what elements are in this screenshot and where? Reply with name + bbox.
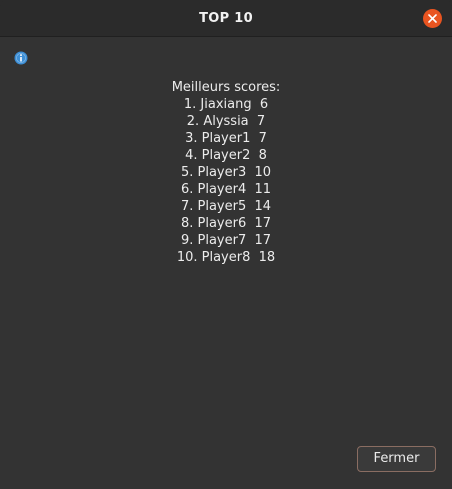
- close-icon: [428, 14, 437, 23]
- player-name: Player7: [197, 233, 247, 248]
- player-score: 11: [254, 182, 272, 197]
- score-row: 3. Player1 7: [0, 130, 452, 147]
- player-name: Player4: [197, 182, 247, 197]
- score-list: 1. Jiaxiang 6 2. Alyssia 7 3. Player1 7 4. …: [0, 96, 452, 266]
- score-row: 4. Player2 8: [0, 147, 452, 164]
- top10-dialog: TOP 10 Meilleurs scores: 1. Jiaxiang 6 2.…: [0, 0, 452, 489]
- player-score: 17: [254, 216, 272, 231]
- info-icon: [14, 51, 28, 65]
- score-rank: 9.: [180, 233, 194, 248]
- scores-heading: Meilleurs scores:: [171, 80, 281, 95]
- score-rank: 5.: [180, 165, 194, 180]
- player-score: 6: [259, 97, 269, 112]
- score-rank: 10.: [176, 250, 198, 265]
- title-bar: TOP 10: [0, 0, 452, 37]
- score-rank: 4.: [185, 148, 198, 163]
- window-title: TOP 10: [199, 11, 253, 26]
- player-score: 7: [258, 131, 267, 146]
- player-name: Player6: [197, 216, 247, 231]
- player-score: 14: [254, 199, 272, 214]
- score-row: 9. Player7 17: [0, 232, 452, 249]
- score-row: 6. Player4 11: [0, 181, 452, 198]
- player-name: Player5: [197, 199, 247, 214]
- score-row: 8. Player6 17: [0, 215, 452, 232]
- score-row: 2. Alyssia 7: [0, 113, 452, 130]
- player-score: 18: [258, 250, 276, 265]
- window-close-button[interactable]: [423, 9, 442, 28]
- player-score: 7: [256, 114, 266, 129]
- score-rank: 6.: [180, 182, 194, 197]
- player-name: Player3: [197, 165, 247, 180]
- score-rank: 1.: [183, 97, 197, 112]
- score-row: 7. Player5 14: [0, 198, 452, 215]
- scores-panel: Meilleurs scores: 1. Jiaxiang 6 2. Alyssi…: [0, 79, 452, 266]
- score-rank: 8.: [180, 216, 194, 231]
- player-score: 10: [254, 165, 272, 180]
- player-score: 17: [254, 233, 272, 248]
- fermer-button[interactable]: Fermer: [357, 446, 436, 472]
- score-row: 1. Jiaxiang 6: [0, 96, 452, 113]
- score-rank: 2.: [186, 114, 200, 129]
- player-name: Player8: [201, 250, 251, 265]
- player-name: Jiaxiang: [200, 97, 252, 112]
- score-rank: 3.: [185, 131, 198, 146]
- player-name: Player2: [201, 148, 251, 163]
- score-row: 5. Player3 10: [0, 164, 452, 181]
- player-name: Alyssia: [203, 114, 249, 129]
- player-score: 8: [258, 148, 267, 163]
- score-row: 10. Player8 18: [0, 249, 452, 266]
- score-rank: 7.: [180, 199, 194, 214]
- player-name: Player1: [201, 131, 251, 146]
